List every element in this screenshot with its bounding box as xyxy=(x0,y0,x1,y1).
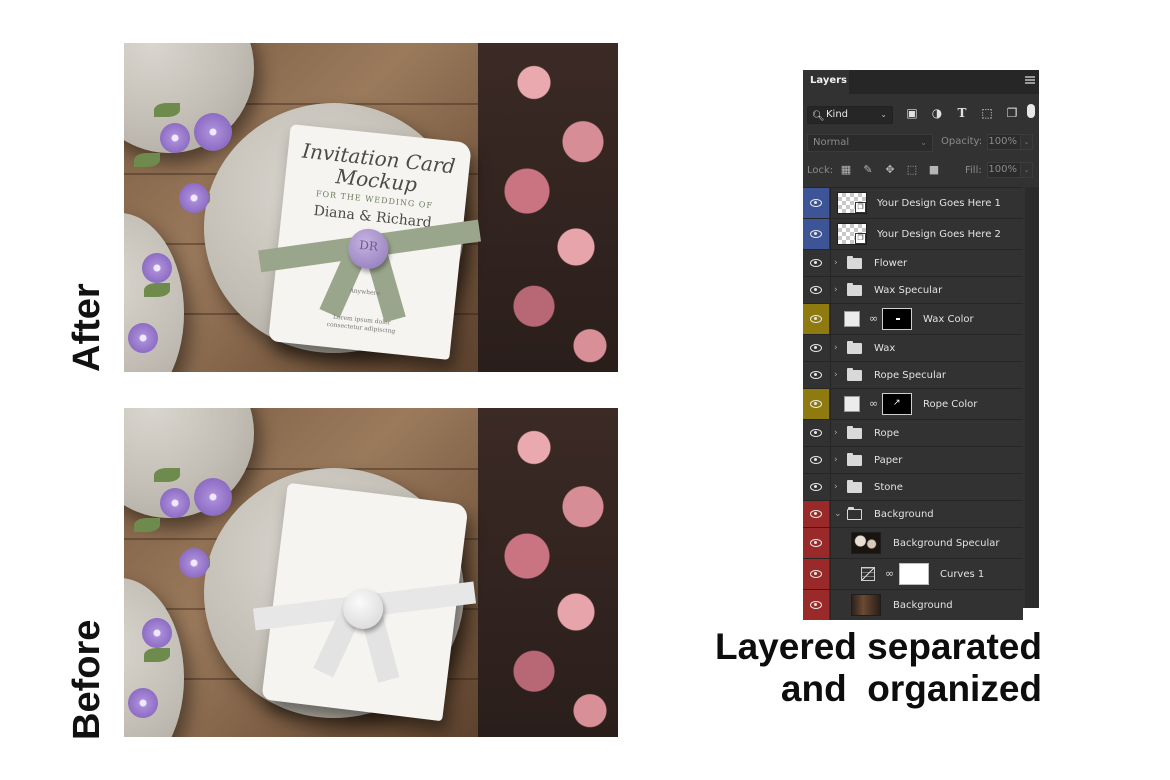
eye-icon[interactable] xyxy=(810,539,822,547)
eye-icon[interactable] xyxy=(810,601,822,609)
panel-menu-icon[interactable] xyxy=(1025,76,1035,84)
fill-field[interactable]: 100% xyxy=(987,162,1021,178)
folder-icon xyxy=(847,368,862,381)
blend-mode-select[interactable]: Normal ⌄ xyxy=(807,134,933,152)
lock-all-icon[interactable]: ■ xyxy=(928,163,940,177)
opacity-label: Opacity: xyxy=(941,136,983,147)
folder-icon xyxy=(847,426,862,439)
card-small-text: Anywhere xyxy=(349,287,381,298)
eye-icon[interactable] xyxy=(810,483,822,491)
eye-icon[interactable] xyxy=(810,286,822,294)
fill-chevron-icon[interactable]: ⌄ xyxy=(1021,162,1033,178)
fill-label: Fill: xyxy=(965,165,982,176)
eye-icon[interactable] xyxy=(810,456,822,464)
color-fill-thumbnail xyxy=(844,311,860,327)
layer-row[interactable]: › Flower xyxy=(803,249,1023,276)
filter-toggle[interactable] xyxy=(1027,104,1035,118)
layer-row[interactable]: › Wax Specular xyxy=(803,276,1023,303)
blank-card xyxy=(252,482,477,722)
folder-icon xyxy=(847,256,862,269)
layer-row[interactable]: › Rope xyxy=(803,419,1023,446)
open-folder-icon xyxy=(847,507,862,520)
curves-adjustment-icon xyxy=(861,567,875,581)
smart-object-icon: ❐ xyxy=(855,233,866,244)
layer-row[interactable]: Background Specular xyxy=(803,527,1023,558)
chevron-down-icon: ⌄ xyxy=(920,138,927,147)
link-icon[interactable]: ∞ xyxy=(869,312,878,325)
eye-icon[interactable] xyxy=(810,315,822,323)
color-fill-thumbnail xyxy=(844,396,860,412)
mask-thumbnail xyxy=(899,563,929,585)
type-filter-icon[interactable]: T xyxy=(955,106,969,120)
tagline-line1: Layered separated xyxy=(714,626,1042,667)
smart-object-thumbnail: ❐ xyxy=(837,192,867,214)
mask-thumbnail: ↗ xyxy=(882,393,912,415)
smart-object-thumbnail: ❐ xyxy=(837,223,867,245)
smart-object-filter-icon[interactable]: ❐ xyxy=(1005,106,1019,120)
layer-row[interactable]: Background xyxy=(803,589,1023,620)
opacity-chevron-icon[interactable]: ⌄ xyxy=(1021,134,1033,150)
chevron-down-icon[interactable]: ⌄ xyxy=(834,501,842,527)
eye-icon[interactable] xyxy=(810,570,822,578)
opacity-field[interactable]: 100% xyxy=(987,134,1021,150)
filter-kind-select[interactable]: 🔍︎ Kind ⌄ xyxy=(807,106,893,124)
scrollbar[interactable] xyxy=(1025,187,1039,608)
layers-list: ❐ Your Design Goes Here 1 ❐ Your Design … xyxy=(803,187,1023,620)
eye-icon[interactable] xyxy=(810,259,822,267)
eye-icon[interactable] xyxy=(810,510,822,518)
smart-object-icon: ❐ xyxy=(855,202,866,213)
tagline-line2: and organized xyxy=(780,668,1042,709)
layer-row[interactable]: ∞ Curves 1 xyxy=(803,558,1023,589)
before-label: Before xyxy=(66,619,108,740)
layers-panel: Layers 🔍︎ Kind ⌄ ▣ ◑ T ⬚ ❐ Normal ⌄ Opac… xyxy=(803,70,1039,620)
layer-thumbnail xyxy=(851,532,881,554)
eye-icon[interactable] xyxy=(810,230,822,238)
chevron-right-icon[interactable]: › xyxy=(834,420,838,446)
invitation-card: Invitation Card Mockup FOR THE WEDDING O… xyxy=(258,124,482,360)
eye-icon[interactable] xyxy=(810,400,822,408)
eye-icon[interactable] xyxy=(810,429,822,437)
pixel-filter-icon[interactable]: ▣ xyxy=(905,106,919,120)
layer-row[interactable]: › Stone xyxy=(803,473,1023,500)
lock-position-move-icon[interactable]: ✥ xyxy=(884,163,896,177)
chevron-down-icon: ⌄ xyxy=(880,110,887,119)
lock-image-brush-icon[interactable]: ✎ xyxy=(862,163,874,177)
shape-filter-icon[interactable]: ⬚ xyxy=(980,106,994,120)
lock-artboard-icon[interactable]: ⬚ xyxy=(906,163,918,177)
after-photo: Invitation Card Mockup FOR THE WEDDING O… xyxy=(124,43,618,372)
layer-row[interactable]: › Rope Specular xyxy=(803,361,1023,388)
folder-icon xyxy=(847,341,862,354)
after-label: After xyxy=(66,283,108,372)
mask-thumbnail xyxy=(882,308,912,330)
layer-row[interactable]: ❐ Your Design Goes Here 1 xyxy=(803,187,1023,218)
lock-label: Lock: xyxy=(807,165,834,176)
chevron-right-icon[interactable]: › xyxy=(834,362,838,388)
chevron-right-icon[interactable]: › xyxy=(834,447,838,473)
before-photo xyxy=(124,408,618,737)
chevron-right-icon[interactable]: › xyxy=(834,250,838,276)
layer-row[interactable]: ∞ Wax Color xyxy=(803,303,1023,334)
layer-row[interactable]: › Paper xyxy=(803,446,1023,473)
chevron-right-icon[interactable]: › xyxy=(834,474,838,500)
adjustment-filter-icon[interactable]: ◑ xyxy=(930,106,944,120)
link-icon[interactable]: ∞ xyxy=(885,567,894,580)
folder-icon xyxy=(847,480,862,493)
layer-thumbnail xyxy=(851,594,881,616)
layer-row[interactable]: ⌄ Background xyxy=(803,500,1023,527)
eye-icon[interactable] xyxy=(810,371,822,379)
lock-transparent-icon[interactable]: ▦ xyxy=(840,163,852,177)
link-icon[interactable]: ∞ xyxy=(869,397,878,410)
layer-row[interactable]: ❐ Your Design Goes Here 2 xyxy=(803,218,1023,249)
layer-row[interactable]: › Wax xyxy=(803,334,1023,361)
folder-icon xyxy=(847,453,862,466)
chevron-right-icon[interactable]: › xyxy=(834,277,838,303)
search-icon: 🔍︎ xyxy=(812,111,825,122)
eye-icon[interactable] xyxy=(810,344,822,352)
layer-row[interactable]: ∞ ↗ Rope Color xyxy=(803,388,1023,419)
folder-icon xyxy=(847,283,862,296)
eye-icon[interactable] xyxy=(810,199,822,207)
tab-layers[interactable]: Layers xyxy=(803,70,849,94)
chevron-right-icon[interactable]: › xyxy=(834,335,838,361)
